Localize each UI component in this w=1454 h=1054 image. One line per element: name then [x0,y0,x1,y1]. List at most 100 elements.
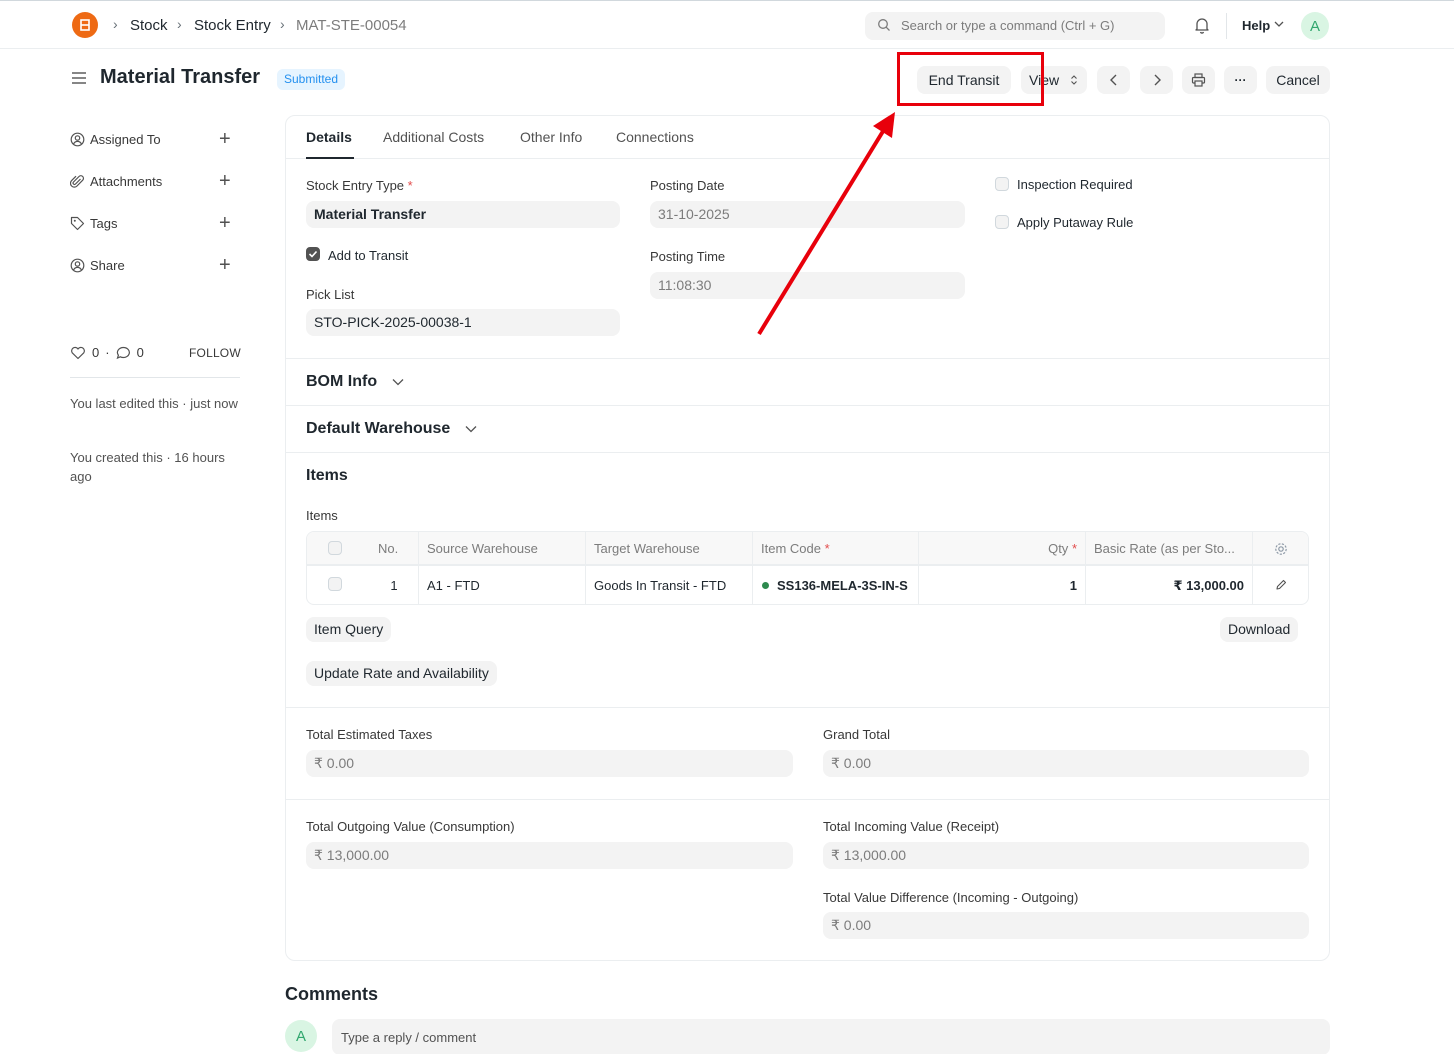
likes-count: 0 [92,345,100,360]
chevron-left-icon [1109,74,1116,86]
active-tab-indicator [306,157,354,159]
printer-icon [1191,73,1206,87]
items-table: No. Source Warehouse Target Warehouse It… [306,531,1309,605]
pick-list-field[interactable]: STO-PICK-2025-00038-1 [306,309,620,336]
row-item-code[interactable]: SS136-MELA-3S-IN-S [753,566,911,604]
next-record-button[interactable] [1140,66,1173,94]
sidebar-item-attachments[interactable]: Attachments [70,174,162,189]
edit-icon[interactable] [1275,579,1287,591]
section-divider [286,405,1329,406]
breadcrumb-current: MAT-STE-00054 [296,17,407,34]
add-tag-icon[interactable]: + [219,213,231,233]
total-difference-label: Total Value Difference (Incoming - Outgo… [823,890,1079,905]
default-warehouse-title: Default Warehouse [306,420,451,437]
sidebar-item-label: Attachments [90,174,163,189]
previous-record-button[interactable] [1097,66,1130,94]
page-title: Material Transfer [100,66,261,88]
col-header-no: No. [378,541,399,556]
posting-date-field[interactable]: 31-10-2025 [650,201,965,228]
tab-details[interactable]: Details [306,129,352,145]
col-header-target-warehouse: Target Warehouse [594,541,700,556]
add-to-transit-label: Add to Transit [328,248,409,263]
follow-button[interactable]: FOLLOW [189,346,241,360]
total-difference-field[interactable]: ₹ 0.00 [823,912,1309,939]
inspection-required-label: Inspection Required [1017,177,1133,192]
total-incoming-field[interactable]: ₹ 13,000.00 [823,842,1309,869]
tab-other-info[interactable]: Other Info [520,129,582,145]
sidebar-item-share[interactable]: Share [70,258,125,273]
stock-status-dot [762,582,769,589]
row-target-warehouse[interactable]: Goods In Transit - FTD [586,566,752,604]
row-no: 1 [390,578,398,593]
heart-icon[interactable] [70,346,86,360]
row-select-checkbox[interactable] [328,577,342,591]
total-outgoing-label: Total Outgoing Value (Consumption) [306,819,515,834]
add-attachment-icon[interactable]: + [219,171,231,191]
posting-time-field[interactable]: 11:08:30 [650,272,965,299]
erp-logo-icon [80,19,90,31]
comment-placeholder: Type a reply / comment [341,1030,477,1045]
search-input[interactable]: Search or type a command (Ctrl + G) [865,12,1165,40]
bell-icon[interactable] [1194,16,1210,34]
form-card: Details Additional Costs Other Info Conn… [285,115,1330,961]
chevron-down-icon [465,425,477,433]
tab-connections[interactable]: Connections [616,129,694,145]
row-source-warehouse[interactable]: A1 - FTD [419,566,585,604]
posting-time-label: Posting Time [650,249,726,264]
total-estimated-taxes-field[interactable]: ₹ 0.00 [306,750,793,777]
update-rate-button[interactable]: Update Rate and Availability [306,661,497,686]
tab-additional-costs[interactable]: Additional Costs [383,129,484,145]
search-icon [878,19,890,31]
sidebar-divider [70,377,240,378]
breadcrumb-stock[interactable]: Stock [130,17,168,34]
breadcrumb-stock-entry[interactable]: Stock Entry [194,17,271,34]
row-qty[interactable]: 1 [919,566,1085,604]
col-header-basic-rate: Basic Rate (as per Sto... [1094,541,1235,556]
sidebar-stats: 0 · 0 [70,345,144,360]
annotation-highlight-box [897,52,1044,106]
cancel-button[interactable]: Cancel [1266,66,1330,94]
comment-avatar: A [285,1020,317,1052]
total-estimated-taxes-label: Total Estimated Taxes [306,727,433,742]
navbar-divider [1226,13,1227,39]
app-logo[interactable] [72,12,98,38]
stock-entry-type-field[interactable]: Material Transfer [306,201,620,228]
comment-icon[interactable] [116,346,131,360]
default-warehouse-section[interactable]: Default Warehouse [306,420,477,438]
chevron-down-icon [1274,21,1284,27]
add-share-icon[interactable]: + [219,255,231,275]
sidebar-toggle-icon[interactable] [71,71,87,85]
apply-putaway-checkbox[interactable] [995,215,1009,229]
chevron-down-icon [392,378,404,386]
item-query-button[interactable]: Item Query [306,617,392,642]
more-actions-button[interactable]: ··· [1224,66,1257,94]
bom-info-title: BOM Info [306,373,378,390]
add-assignment-icon[interactable]: + [219,129,231,149]
col-header-source-warehouse: Source Warehouse [427,541,538,556]
status-badge: Submitted [277,69,346,90]
tag-icon [70,216,85,231]
inspection-required-checkbox[interactable] [995,177,1009,191]
print-button[interactable] [1182,66,1215,94]
help-menu[interactable]: Help [1242,18,1270,33]
user-avatar[interactable]: A [1301,12,1329,40]
pick-list-label: Pick List [306,287,355,302]
comment-input[interactable]: Type a reply / comment [332,1019,1330,1054]
total-outgoing-field[interactable]: ₹ 13,000.00 [306,842,793,869]
gear-icon[interactable] [1274,542,1288,556]
posting-date-label: Posting Date [650,178,725,193]
sidebar-item-assigned-to[interactable]: Assigned To [70,132,161,147]
grand-total-field[interactable]: ₹ 0.00 [823,750,1309,777]
search-placeholder: Search or type a command (Ctrl + G) [901,18,1115,33]
row-basic-rate[interactable]: ₹ 13,000.00 [1086,566,1252,604]
paperclip-icon [70,175,85,188]
download-button[interactable]: Download [1220,617,1299,642]
section-divider [286,452,1329,453]
check-icon [308,250,318,258]
sidebar-item-label: Assigned To [90,132,161,147]
bom-info-section[interactable]: BOM Info [306,373,404,391]
chevron-right-icon: › [280,16,285,32]
add-to-transit-checkbox[interactable] [306,247,320,261]
sidebar-item-tags[interactable]: Tags [70,216,117,231]
select-all-checkbox[interactable] [328,541,342,555]
